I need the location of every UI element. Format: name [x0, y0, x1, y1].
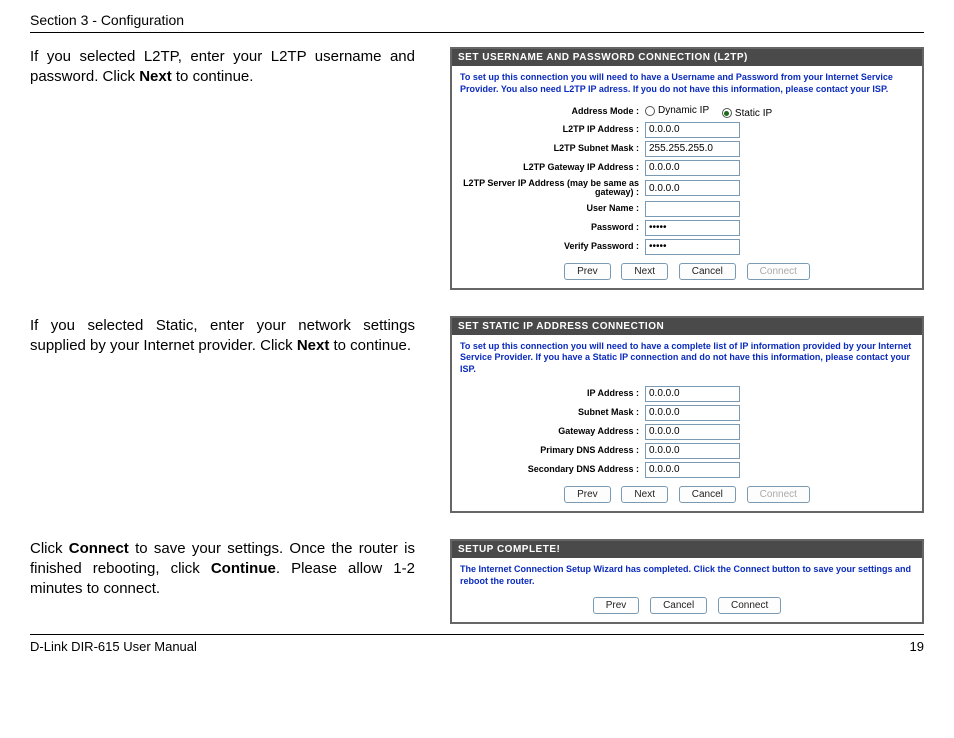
- radio-static-ip[interactable]: Static IP: [722, 108, 772, 119]
- radio-dynamic-ip[interactable]: Dynamic IP: [645, 105, 709, 116]
- input-verify-password[interactable]: [645, 239, 740, 255]
- footer-page-number: 19: [910, 639, 924, 654]
- connect-button: Connect: [747, 263, 810, 280]
- next-button[interactable]: Next: [621, 486, 668, 503]
- label-l2tp-server: L2TP Server IP Address (may be same as g…: [460, 179, 645, 198]
- input-secondary-dns[interactable]: [645, 462, 740, 478]
- panel-complete: SETUP COMPLETE! The Internet Connection …: [450, 539, 924, 624]
- label-verify-password: Verify Password :: [460, 242, 645, 252]
- radio-icon: [645, 106, 655, 116]
- connect-button[interactable]: Connect: [718, 597, 781, 614]
- next-button[interactable]: Next: [621, 263, 668, 280]
- label-primary-dns: Primary DNS Address :: [460, 446, 645, 456]
- cancel-button[interactable]: Cancel: [650, 597, 707, 614]
- instruction-l2tp: If you selected L2TP, enter your L2TP us…: [30, 47, 425, 88]
- input-username[interactable]: [645, 201, 740, 217]
- row-l2tp: If you selected L2TP, enter your L2TP us…: [30, 47, 924, 290]
- panel-intro: To set up this connection you will need …: [460, 341, 914, 376]
- label-subnet-mask: Subnet Mask :: [460, 408, 645, 418]
- panel-intro: To set up this connection you will need …: [460, 72, 914, 95]
- input-ip-address[interactable]: [645, 386, 740, 402]
- input-gateway[interactable]: [645, 424, 740, 440]
- footer-left: D-Link DIR-615 User Manual: [30, 639, 197, 654]
- prev-button[interactable]: Prev: [564, 486, 611, 503]
- panel-title: SET USERNAME AND PASSWORD CONNECTION (L2…: [452, 49, 922, 66]
- radio-label: Static IP: [735, 108, 772, 119]
- label-secondary-dns: Secondary DNS Address :: [460, 465, 645, 475]
- text-bold: Connect: [69, 540, 129, 557]
- panel-intro: The Internet Connection Setup Wizard has…: [460, 564, 914, 587]
- cancel-button[interactable]: Cancel: [679, 263, 736, 280]
- cancel-button[interactable]: Cancel: [679, 486, 736, 503]
- row-static: If you selected Static, enter your netwo…: [30, 316, 924, 513]
- page-footer: D-Link DIR-615 User Manual 19: [30, 634, 924, 654]
- input-l2tp-ip[interactable]: [645, 122, 740, 138]
- instruction-static: If you selected Static, enter your netwo…: [30, 316, 425, 357]
- label-password: Password :: [460, 223, 645, 233]
- input-subnet-mask[interactable]: [645, 405, 740, 421]
- panel-l2tp: SET USERNAME AND PASSWORD CONNECTION (L2…: [450, 47, 924, 290]
- row-complete: Click Connect to save your settings. Onc…: [30, 539, 924, 624]
- prev-button[interactable]: Prev: [564, 263, 611, 280]
- text-bold: Continue: [211, 560, 276, 577]
- label-l2tp-ip: L2TP IP Address :: [460, 125, 645, 135]
- section-header: Section 3 - Configuration: [30, 12, 924, 33]
- radio-label: Dynamic IP: [658, 105, 709, 116]
- input-l2tp-gateway[interactable]: [645, 160, 740, 176]
- text: Click: [30, 540, 69, 557]
- text: to continue.: [329, 337, 411, 354]
- label-gateway: Gateway Address :: [460, 427, 645, 437]
- label-ip-address: IP Address :: [460, 389, 645, 399]
- input-l2tp-mask[interactable]: [645, 141, 740, 157]
- text-bold: Next: [139, 68, 172, 85]
- panel-static: SET STATIC IP ADDRESS CONNECTION To set …: [450, 316, 924, 513]
- input-l2tp-server[interactable]: [645, 180, 740, 196]
- label-l2tp-gateway: L2TP Gateway IP Address :: [460, 163, 645, 173]
- input-primary-dns[interactable]: [645, 443, 740, 459]
- instruction-complete: Click Connect to save your settings. Onc…: [30, 539, 425, 600]
- panel-title: SETUP COMPLETE!: [452, 541, 922, 558]
- panel-title: SET STATIC IP ADDRESS CONNECTION: [452, 318, 922, 335]
- label-address-mode: Address Mode :: [460, 107, 645, 117]
- text-bold: Next: [297, 337, 330, 354]
- connect-button: Connect: [747, 486, 810, 503]
- label-username: User Name :: [460, 204, 645, 214]
- text: to continue.: [172, 68, 254, 85]
- label-l2tp-mask: L2TP Subnet Mask :: [460, 144, 645, 154]
- input-password[interactable]: [645, 220, 740, 236]
- radio-icon: [722, 108, 732, 118]
- prev-button[interactable]: Prev: [593, 597, 640, 614]
